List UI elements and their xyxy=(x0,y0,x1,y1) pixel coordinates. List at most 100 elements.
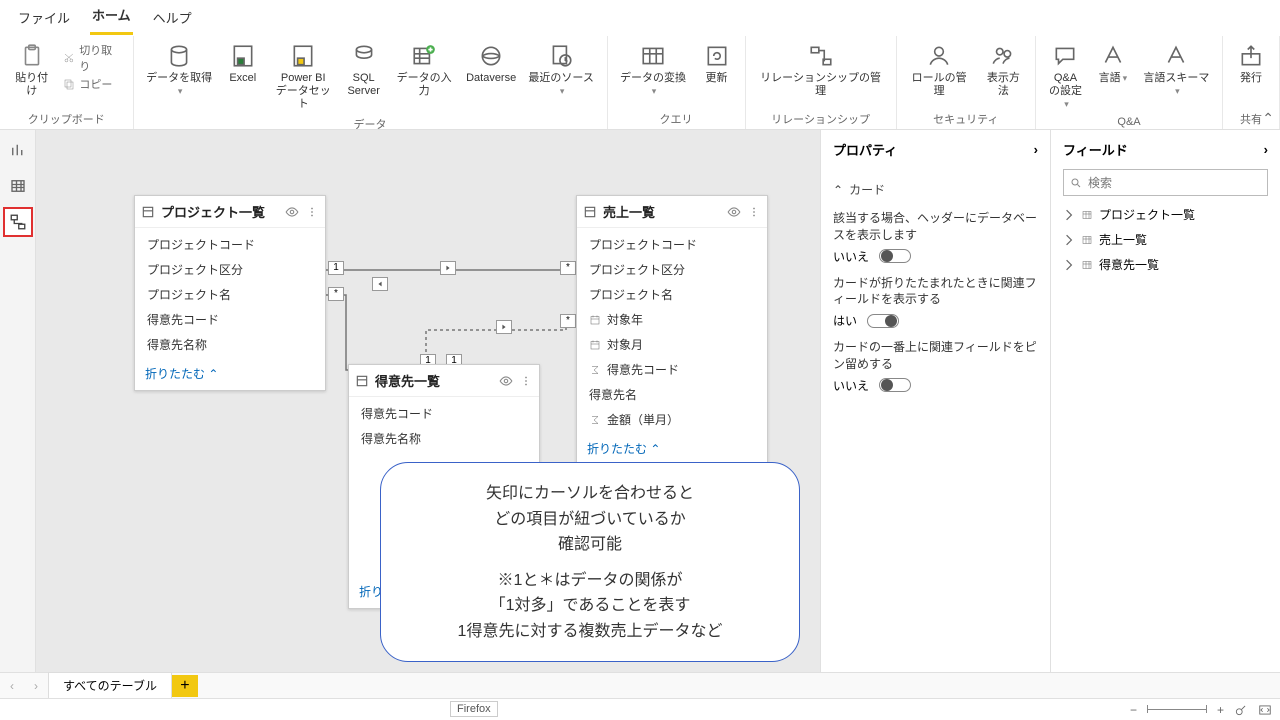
field-item[interactable]: 得意先名称 xyxy=(355,428,533,449)
properties-title: プロパティ xyxy=(833,140,897,159)
field-item[interactable]: 得意先名称 xyxy=(141,334,319,355)
field-item[interactable]: 対象年 xyxy=(583,309,761,330)
ribbon-collapse-button[interactable]: ⌃ xyxy=(1262,110,1274,127)
tab-file[interactable]: ファイル xyxy=(16,4,72,35)
fields-search[interactable]: 検索 xyxy=(1063,169,1268,196)
prop-label: 該当する場合、ヘッダーにデータベースを表示します xyxy=(833,210,1038,244)
field-item[interactable]: プロジェクトコード xyxy=(141,234,319,255)
tab-home[interactable]: ホーム xyxy=(90,1,133,35)
zoom-slider[interactable] xyxy=(1147,709,1207,710)
view-as-button[interactable]: 表示方法 xyxy=(978,40,1029,100)
pane-collapse-button[interactable]: › xyxy=(1034,142,1038,157)
visibility-icon[interactable] xyxy=(727,205,741,219)
table-project[interactable]: プロジェクト一覧 プロジェクトコード プロジェクト区分 プロジェクト名 得意先コ… xyxy=(134,195,326,391)
field-item[interactable]: プロジェクトコード xyxy=(583,234,761,255)
cardinality-many: * xyxy=(328,287,344,301)
table-plus-icon xyxy=(410,42,438,70)
publish-button[interactable]: 発行 xyxy=(1229,40,1273,87)
cardinality-many: * xyxy=(560,261,576,275)
add-layout-button[interactable]: + xyxy=(172,675,198,697)
field-item[interactable]: プロジェクト名 xyxy=(141,284,319,305)
field-item[interactable]: プロジェクト区分 xyxy=(141,259,319,280)
toggle-show-db[interactable]: いいえ xyxy=(833,248,1038,265)
pane-collapse-button[interactable]: › xyxy=(1264,142,1268,157)
tab-prev-button[interactable]: ‹ xyxy=(0,679,24,693)
chevron-right-icon xyxy=(1063,209,1075,221)
sql-button[interactable]: SQL Server xyxy=(342,40,386,100)
collapse-link[interactable]: 折りたたむ ⌃ xyxy=(145,367,218,381)
field-item[interactable]: 対象月 xyxy=(583,334,761,355)
tab-help[interactable]: ヘルプ xyxy=(151,4,194,35)
more-icon[interactable] xyxy=(519,374,533,388)
fit-page-icon[interactable] xyxy=(1234,703,1248,717)
zoom-out-button[interactable]: − xyxy=(1130,703,1137,717)
rel-direction-arrow[interactable] xyxy=(440,261,456,275)
query-group-label: クエリ xyxy=(660,109,693,127)
tree-item-project[interactable]: プロジェクト一覧 xyxy=(1063,202,1268,227)
data-group-label: データ xyxy=(354,114,387,132)
field-item[interactable]: 得意先コード xyxy=(355,403,533,424)
toggle-pin-related[interactable]: いいえ xyxy=(833,377,1038,394)
table-icon xyxy=(141,205,155,219)
fields-title: フィールド xyxy=(1063,140,1128,159)
layout-tab-all[interactable]: すべてのテーブル xyxy=(48,672,172,699)
tab-next-button[interactable]: › xyxy=(24,679,48,693)
cut-button[interactable]: 切り取り xyxy=(63,42,122,74)
layout-tabbar: ‹ › すべてのテーブル + xyxy=(0,672,1280,698)
table-title: プロジェクト一覧 xyxy=(161,202,279,221)
role-icon xyxy=(925,42,953,70)
zoom-in-button[interactable]: + xyxy=(1217,703,1224,717)
data-view-button[interactable] xyxy=(4,172,32,200)
field-item[interactable]: 得意先コード xyxy=(141,309,319,330)
recent-sources-button[interactable]: 最近のソース▾ xyxy=(522,40,601,100)
menu-tabs: ファイル ホーム ヘルプ xyxy=(0,0,1280,36)
table-title: 得意先一覧 xyxy=(375,371,493,390)
language-button[interactable]: 言語▾ xyxy=(1091,40,1135,87)
dataverse-button[interactable]: Dataverse xyxy=(463,40,520,87)
transform-data-button[interactable]: データの変換▾ xyxy=(614,40,693,100)
prop-label: カードが折りたたまれたときに関連フィールドを表示する xyxy=(833,275,1038,309)
more-icon[interactable] xyxy=(747,205,761,219)
collapse-link[interactable]: 折りたたむ ⌃ xyxy=(587,442,660,456)
manage-relationships-button[interactable]: リレーションシップの管理 xyxy=(752,40,890,100)
refresh-button[interactable]: 更新 xyxy=(695,40,739,87)
schema-icon xyxy=(1162,42,1190,70)
enter-data-button[interactable]: データの入力 xyxy=(388,40,461,100)
field-item[interactable]: 得意先コード xyxy=(583,359,761,380)
get-data-button[interactable]: データを取得▾ xyxy=(140,40,219,100)
excel-button[interactable]: Excel xyxy=(221,40,265,87)
recent-icon xyxy=(547,42,575,70)
chevron-right-icon xyxy=(1063,259,1075,271)
table-icon xyxy=(583,205,597,219)
chevron-right-icon xyxy=(1063,234,1075,246)
rel-direction-arrow[interactable] xyxy=(372,277,388,291)
ribbon: 貼り付け 切り取り コピー クリップボード データを取得▾ Excel Powe… xyxy=(0,36,1280,130)
field-item[interactable]: プロジェクト名 xyxy=(583,284,761,305)
field-item[interactable]: 金額（単月） xyxy=(583,409,761,430)
paste-button[interactable]: 貼り付け xyxy=(6,40,57,100)
lang-schema-button[interactable]: 言語スキーマ▾ xyxy=(1137,40,1216,100)
rel-direction-arrow[interactable] xyxy=(496,320,512,334)
section-card[interactable]: ⌃カード xyxy=(833,175,1038,204)
tree-item-customer[interactable]: 得意先一覧 xyxy=(1063,252,1268,277)
report-view-button[interactable] xyxy=(4,136,32,164)
manage-roles-button[interactable]: ロールの管理 xyxy=(903,40,976,100)
pbi-dataset-button[interactable]: Power BI データセット xyxy=(267,40,340,114)
qa-settings-button[interactable]: Q&A の設定▾ xyxy=(1042,40,1089,114)
visibility-icon[interactable] xyxy=(499,374,513,388)
table-icon xyxy=(355,374,369,388)
table-icon xyxy=(1081,259,1093,271)
model-canvas[interactable]: 1 * * 1 1 * プロジェクト一覧 プロジェクトコード プロジェクト区分 … xyxy=(36,130,820,672)
model-view-button[interactable] xyxy=(4,208,32,236)
toggle-show-related[interactable]: はい xyxy=(833,312,1038,329)
field-item[interactable]: 得意先名 xyxy=(583,384,761,405)
clipboard-group-label: クリップボード xyxy=(28,109,105,127)
copy-button[interactable]: コピー xyxy=(63,76,122,92)
field-item[interactable]: プロジェクト区分 xyxy=(583,259,761,280)
tree-item-sales[interactable]: 売上一覧 xyxy=(1063,227,1268,252)
visibility-icon[interactable] xyxy=(285,205,299,219)
more-icon[interactable] xyxy=(305,205,319,219)
fit-screen-icon[interactable] xyxy=(1258,703,1272,717)
table-sales[interactable]: 売上一覧 プロジェクトコード プロジェクト区分 プロジェクト名 対象年 対象月 … xyxy=(576,195,768,466)
sigma-icon xyxy=(589,414,601,426)
